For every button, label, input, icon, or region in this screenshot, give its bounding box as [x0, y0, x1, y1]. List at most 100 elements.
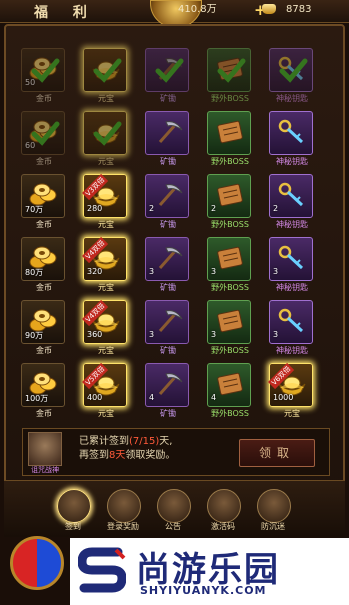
- reward-qty: 80万: [25, 268, 44, 277]
- reward-qty: 360: [87, 330, 103, 339]
- reward-cell-key[interactable]: 2 神秘钥匙: [269, 174, 313, 229]
- reward-label: 矿锄: [160, 94, 176, 103]
- tab-notice[interactable]: 公告: [152, 487, 194, 531]
- reward-label: 矿锄: [160, 283, 176, 292]
- reward-cell-pickaxe[interactable]: 3 矿锄: [145, 237, 189, 292]
- reward-cell-gold[interactable]: 60 金币: [21, 111, 65, 166]
- reward-cell-boss[interactable]: 野外BOSS: [207, 48, 251, 103]
- reward-qty: 3: [149, 330, 155, 339]
- reward-row: 60 金币 元宝 矿锄 野外BOSS 神秘钥匙: [21, 111, 327, 167]
- reward-cell-pickaxe[interactable]: 矿锄: [145, 111, 189, 166]
- reward-cell-pickaxe[interactable]: 2 矿锄: [145, 174, 189, 229]
- tab-label: 防沉迷: [261, 522, 285, 531]
- gold-counter: 410.8万: [178, 2, 238, 18]
- boss-icon: [217, 183, 243, 207]
- reward-label: 矿锄: [160, 220, 176, 229]
- reward-label: 野外BOSS: [211, 346, 249, 355]
- hp-mp-orb-icon: [10, 536, 64, 590]
- reward-qty: 320: [87, 267, 103, 276]
- tab-mask[interactable]: 防沉迷: [252, 487, 294, 531]
- remaining-days: 8天: [109, 450, 126, 461]
- reward-cell-pickaxe[interactable]: 4 矿锄: [145, 363, 189, 418]
- reward-cell-pickaxe[interactable]: 矿锄: [145, 48, 189, 103]
- reward-cell-yuanbao[interactable]: 400 V5双倍 元宝: [82, 362, 127, 418]
- reward-cell-gold[interactable]: 100万 金币: [21, 363, 65, 418]
- reward-cell-pickaxe[interactable]: 3 矿锄: [145, 300, 189, 355]
- reward-label: 元宝: [98, 220, 114, 229]
- tab-label: 签到: [65, 522, 81, 531]
- bottom-tab-bar: 签到 登录奖励 公告 激活码 防沉迷: [4, 480, 345, 537]
- reward-cell-gold[interactable]: 50 金币: [21, 48, 65, 103]
- reward-label: 金币: [36, 346, 52, 355]
- reward-label: 野外BOSS: [211, 283, 249, 292]
- reward-cell-key[interactable]: 神秘钥匙: [269, 48, 313, 103]
- reward-cell-yuanbao[interactable]: 320 V4双倍 元宝: [82, 236, 127, 292]
- reward-label: 野外BOSS: [211, 409, 249, 418]
- signin-info: 诅咒战神 已累计签到(7/15)天, 再签到8天领取奖励。 领取: [22, 428, 330, 476]
- claim-button[interactable]: 领取: [239, 439, 315, 467]
- claimed-check-icon: [217, 58, 246, 83]
- reward-label: 神秘钥匙: [276, 346, 308, 355]
- reward-cell-boss[interactable]: 4 野外BOSS: [207, 363, 251, 418]
- reward-qty: 3: [211, 267, 217, 276]
- reward-cell-yuanbao[interactable]: 360 V4双倍 元宝: [82, 299, 127, 355]
- reward-row: 50 金币 元宝 矿锄 野外BOSS 神秘钥匙: [21, 48, 327, 104]
- reward-row: 100万 金币 400 V5双倍 元宝 4 矿锄 4 野外BOSS 1000 V6双倍 元宝: [21, 362, 327, 419]
- tab-scroll[interactable]: 签到: [52, 487, 94, 531]
- reward-cell-gold[interactable]: 70万 金币: [21, 174, 65, 229]
- reward-qty: 3: [211, 330, 217, 339]
- tab-label: 激活码: [211, 522, 235, 531]
- reward-cell-key[interactable]: 3 神秘钥匙: [269, 237, 313, 292]
- reward-cell-gold[interactable]: 80万金币: [21, 237, 65, 292]
- reward-qty: 100万: [25, 394, 49, 403]
- reward-row: 80万 金币 320 V4双倍 元宝 3 矿锄 3 野外BOSS 3 神秘钥匙: [21, 236, 327, 293]
- tab-gift[interactable]: 登录奖励: [102, 487, 144, 531]
- reward-qty: 3: [149, 267, 155, 276]
- banner-url: SHYIYUANYK.COM: [140, 584, 267, 597]
- progress-suffix: 天,: [159, 436, 173, 447]
- signin-progress-text: 已累计签到(7/15)天, 再签到8天领取奖励。: [79, 435, 175, 463]
- reward-cell-key[interactable]: 神秘钥匙: [269, 111, 313, 166]
- reward-label: 神秘钥匙: [276, 283, 308, 292]
- reward-label: 矿锄: [160, 157, 176, 166]
- remaining-suffix: 领取奖励。: [125, 450, 176, 461]
- claimed-check-icon: [93, 58, 122, 83]
- reward-qty: 4: [211, 393, 217, 402]
- reward-qty: 2: [273, 204, 279, 213]
- reward-label: 金币: [36, 283, 52, 292]
- notice-icon: [157, 489, 191, 523]
- code-icon: [207, 489, 241, 523]
- reward-cell-key[interactable]: 3 神秘钥匙: [269, 300, 313, 355]
- reward-label: 元宝: [98, 283, 114, 292]
- reward-cell-boss[interactable]: 2 野外BOSS: [207, 174, 251, 229]
- pickaxe-icon: [158, 310, 183, 332]
- reward-cell-gold[interactable]: 90万 金币: [21, 300, 65, 355]
- tab-code[interactable]: 激活码: [202, 487, 244, 531]
- claimed-check-icon: [93, 121, 122, 146]
- reward-label: 金币: [36, 220, 52, 229]
- pickaxe-icon: [158, 373, 183, 395]
- reward-cell-yuanbao[interactable]: 元宝: [83, 111, 127, 166]
- reward-label: 金币: [36, 157, 52, 166]
- reward-cell-boss[interactable]: 3 野外BOSS: [207, 237, 251, 292]
- reward-cell-boss[interactable]: 野外BOSS: [207, 111, 251, 166]
- reward-cell-yuanbao[interactable]: 1000 V6双倍 元宝: [268, 362, 313, 418]
- tab-label: 公告: [165, 522, 181, 531]
- reward-cell-yuanbao[interactable]: 280 V3双倍 元宝: [82, 173, 127, 229]
- reward-qty: 4: [149, 393, 155, 402]
- boss-icon: [217, 372, 243, 396]
- reward-qty: 2: [149, 204, 155, 213]
- claimed-check-icon: [31, 121, 60, 146]
- reward-qty: 3: [273, 330, 279, 339]
- boss-icon: [217, 120, 243, 144]
- boss-icon: [217, 246, 243, 270]
- tab-label: 登录奖励: [107, 522, 139, 531]
- reward-cell-boss[interactable]: 3 野外BOSS: [207, 300, 251, 355]
- pickaxe-icon: [158, 184, 183, 206]
- avatar-name: 诅咒战神: [31, 466, 59, 474]
- reward-cell-yuanbao[interactable]: 元宝: [83, 48, 127, 103]
- reward-qty: 280: [87, 204, 103, 213]
- reward-qty: 2: [211, 204, 217, 213]
- reward-label: 金币: [36, 94, 52, 103]
- avatar: [28, 432, 62, 466]
